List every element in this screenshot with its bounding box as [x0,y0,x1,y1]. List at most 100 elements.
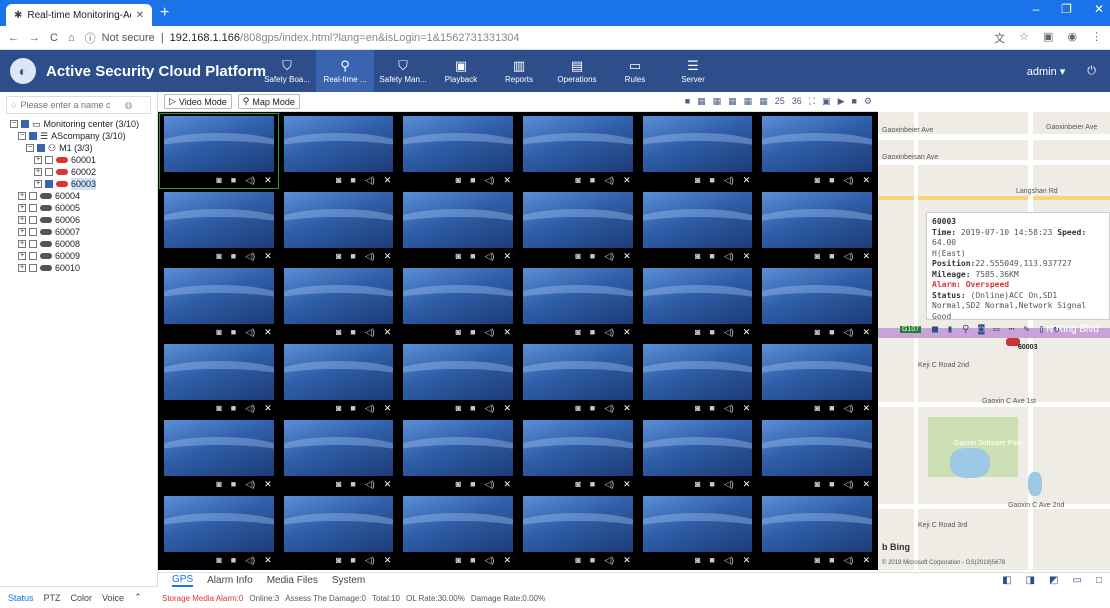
video-channel-cell[interactable]: ◙ ■ ◁) ✕ [399,342,517,416]
back-icon[interactable]: ← [8,32,19,44]
record-icon[interactable]: ■ [829,175,834,186]
snapshot-icon[interactable]: ◙ [216,403,221,414]
record-icon[interactable]: ■ [590,175,595,186]
record-icon[interactable]: ■ [231,403,236,414]
close-video-icon[interactable]: ✕ [862,175,870,186]
checkbox[interactable] [45,168,53,176]
volume-icon[interactable]: ◁) [724,403,734,414]
translate-icon[interactable]: 文 [994,30,1005,46]
snapshot-icon[interactable]: ◙ [815,555,820,566]
new-tab-button[interactable]: + [160,4,169,22]
tab-status[interactable]: Status [8,593,34,603]
tree-node-root[interactable]: − ▭ Monitoring center (3/10) [10,118,157,130]
record-icon[interactable]: ■ [231,175,236,186]
close-video-icon[interactable]: ✕ [743,403,751,414]
volume-icon[interactable]: ◁) [365,403,375,414]
layout-25-button[interactable]: 25 [775,96,785,107]
layout-1-icon[interactable]: ■ [685,96,690,107]
checkbox[interactable] [29,132,37,140]
expand-icon[interactable]: + [18,216,26,224]
tree-node-vehicle[interactable]: +60001 [10,154,157,166]
close-video-icon[interactable]: ✕ [743,175,751,186]
close-video-icon[interactable]: ✕ [264,555,272,566]
nav-real-time[interactable]: ⚲ Real-time ... [316,50,374,92]
volume-icon[interactable]: ◁) [365,555,375,566]
close-video-icon[interactable]: ✕ [503,403,511,414]
record-icon[interactable]: ■ [350,555,355,566]
volume-icon[interactable]: ◁) [485,555,495,566]
volume-icon[interactable]: ◁) [365,479,375,490]
volume-icon[interactable]: ◁) [844,479,854,490]
video-channel-cell[interactable]: ◙ ■ ◁) ✕ [160,418,278,492]
volume-icon[interactable]: ◁) [604,251,614,262]
minimize-icon[interactable]: – [1032,2,1039,16]
video-channel-cell[interactable]: ◙ ■ ◁) ✕ [758,190,876,264]
close-video-icon[interactable]: ✕ [743,327,751,338]
close-video-icon[interactable]: ✕ [384,327,392,338]
settings-gear-icon[interactable]: ⚙ [864,96,872,107]
maximize-panel-icon[interactable]: □ [1096,575,1102,586]
close-video-icon[interactable]: ✕ [623,403,631,414]
close-video-icon[interactable]: ✕ [264,479,272,490]
video-channel-cell[interactable]: ◙ ■ ◁) ✕ [638,190,757,264]
close-video-icon[interactable]: ✕ [623,175,631,186]
maximize-icon[interactable]: ❐ [1061,2,1072,16]
video-channel-cell[interactable]: ◙ ■ ◁) ✕ [399,114,517,188]
stop-all-icon[interactable]: ▣ [822,96,831,107]
volume-icon[interactable]: ◁) [604,175,614,186]
record-icon[interactable]: ■ [231,251,236,262]
nav-reports[interactable]: ▥ Reports [490,50,548,92]
record-icon[interactable]: ■ [470,403,475,414]
video-channel-cell[interactable]: ◙ ■ ◁) ✕ [279,418,398,492]
volume-icon[interactable]: ◁) [844,175,854,186]
video-channel-cell[interactable]: ◙ ■ ◁) ✕ [160,266,278,340]
video-channel-cell[interactable]: ◙ ■ ◁) ✕ [518,418,637,492]
video-channel-cell[interactable]: ◙ ■ ◁) ✕ [279,342,398,416]
collapse-icon[interactable]: − [10,120,18,128]
volume-icon[interactable]: ◁) [844,403,854,414]
close-video-icon[interactable]: ✕ [503,327,511,338]
snapshot-icon[interactable]: ◙ [456,555,461,566]
more-icon[interactable]: ⋯ [1008,324,1014,336]
close-video-icon[interactable]: ✕ [384,403,392,414]
tab-color[interactable]: Color [71,593,93,603]
volume-icon[interactable]: ◁) [844,251,854,262]
expand-icon[interactable]: + [34,168,42,176]
tools-icon[interactable]: ✎ [1023,324,1029,336]
record-icon[interactable]: ■ [590,251,595,262]
volume-icon[interactable]: ◁) [724,251,734,262]
volume-icon[interactable]: ◁) [844,555,854,566]
video-channel-cell[interactable]: ◙ ■ ◁) ✕ [638,418,757,492]
layout-16-icon[interactable]: ▦ [759,96,768,107]
snapshot-icon[interactable]: ◙ [456,403,461,414]
close-video-icon[interactable]: ✕ [264,251,272,262]
snapshot-icon[interactable]: ◙ [695,403,700,414]
snapshot-icon[interactable]: ◙ [695,327,700,338]
record-icon[interactable]: ■ [350,327,355,338]
video-channel-cell[interactable]: ◙ ■ ◁) ✕ [638,266,757,340]
snapshot-icon[interactable]: ◙ [815,175,820,186]
volume-icon[interactable]: ◁) [365,327,375,338]
video-channel-cell[interactable]: ◙ ■ ◁) ✕ [758,114,876,188]
lock-icon[interactable]: ◧ [1002,575,1011,586]
tree-node-group[interactable]: − ⚇ M1 (3/3) [10,142,157,154]
tab-gps[interactable]: GPS [172,574,194,587]
tab-media-files[interactable]: Media Files [267,575,318,586]
record-icon[interactable]: ■ [709,555,714,566]
record-icon[interactable]: ■ [350,175,355,186]
close-video-icon[interactable]: ✕ [623,251,631,262]
map-view[interactable]: Gaoxinbeier Ave Gaoxinbeier Ave Gaoxinbe… [878,112,1110,570]
close-video-icon[interactable]: ✕ [503,555,511,566]
tab-system[interactable]: System [332,575,365,586]
layout-9-icon[interactable]: ▦ [744,96,753,107]
layout-6-icon[interactable]: ▦ [713,96,722,107]
checkbox[interactable] [21,120,29,128]
close-window-icon[interactable]: ✕ [1094,2,1104,16]
record-icon[interactable]: ■ [590,327,595,338]
close-video-icon[interactable]: ✕ [264,175,272,186]
volume-icon[interactable]: ◁) [245,175,255,186]
video-channel-cell[interactable]: ◙ ■ ◁) ✕ [279,114,398,188]
record-icon[interactable]: ■ [231,555,236,566]
expand-icon[interactable]: + [18,264,26,272]
tab-ptz[interactable]: PTZ [44,593,61,603]
